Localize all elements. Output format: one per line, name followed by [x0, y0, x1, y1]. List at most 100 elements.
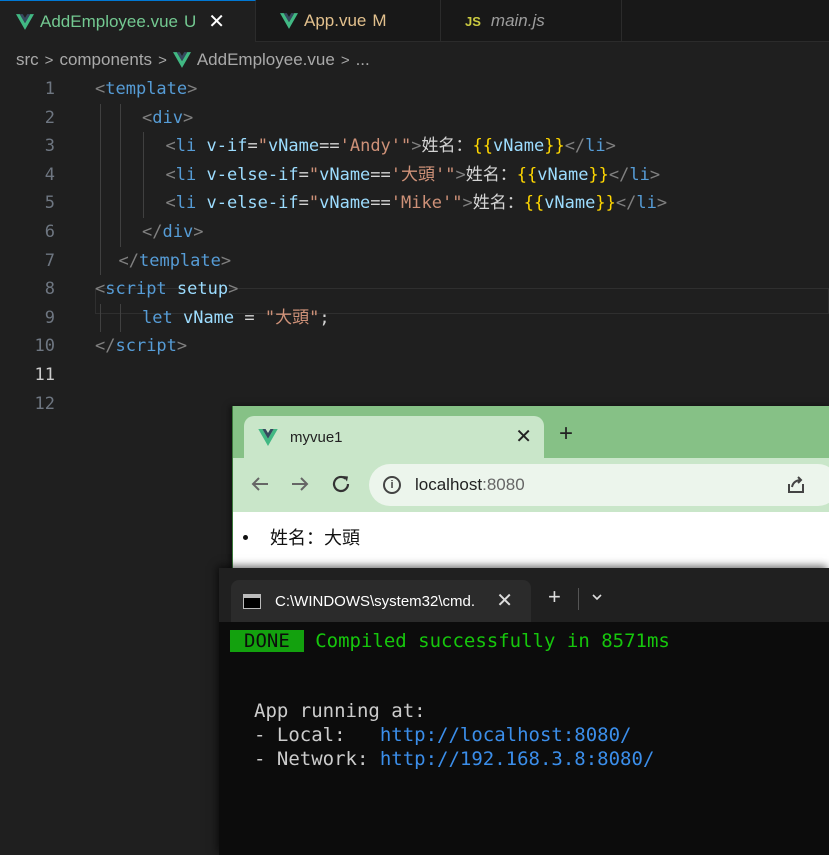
compile-status-line: DONE Compiled successfully in 8571ms — [230, 624, 670, 658]
code-token: == — [370, 164, 391, 185]
code-line[interactable]: 11 — [0, 361, 829, 390]
code-token: </ — [118, 250, 139, 271]
code-token: " — [401, 136, 412, 157]
code-token: > — [605, 136, 616, 157]
code-token: = — [298, 193, 309, 214]
code-token: > — [182, 107, 194, 128]
back-arrow-icon[interactable] — [249, 473, 271, 495]
code-line[interactable]: 9 let vName = "大頭"; — [0, 303, 829, 333]
code-token: > — [411, 136, 422, 157]
reload-icon[interactable] — [330, 473, 352, 495]
code-line[interactable]: 4 <li v-else-if="vName=='大頭'">姓名：{{vName}… — [0, 160, 829, 190]
info-icon[interactable]: i — [383, 476, 401, 494]
list-item: 姓名：大頭 — [243, 524, 360, 550]
line-number: 4 — [44, 164, 55, 185]
indent-guide — [100, 160, 101, 190]
code-token: < — [142, 107, 153, 128]
address-bar[interactable]: i localhost:8080 — [369, 464, 829, 506]
code-line[interactable]: 8 <script setup> — [0, 275, 829, 304]
line-number: 7 — [44, 250, 55, 271]
untracked-badge: U — [183, 11, 197, 31]
breadcrumb-item-file[interactable]: AddEmployee.vue — [197, 50, 335, 70]
code-line[interactable]: 2 <div> — [0, 103, 829, 133]
code-token: = — [247, 136, 258, 157]
code-token: 'Andy' — [339, 136, 402, 157]
line-number: 3 — [44, 136, 55, 157]
indent-guide — [100, 189, 101, 218]
code-token: div — [162, 221, 194, 242]
code-token: == — [319, 136, 340, 157]
code-text: <template> — [95, 75, 197, 104]
code-token: < — [95, 279, 106, 300]
code-token: > — [462, 193, 473, 214]
code-token: " — [308, 164, 320, 185]
indent-guide — [100, 103, 101, 133]
breadcrumb-item-symbols[interactable]: ... — [356, 50, 370, 70]
bullet — [243, 534, 248, 540]
line-number: 8 — [44, 279, 55, 300]
code-line[interactable]: 10 </script> — [0, 332, 829, 361]
breadcrumb-item-src[interactable]: src — [16, 50, 39, 70]
code-token: div — [152, 107, 183, 128]
local-url-link[interactable]: http://localhost:8080/ — [380, 724, 632, 746]
close-icon[interactable]: ✕ — [496, 588, 513, 613]
network-url-link[interactable]: http://192.168.3.8:8080/ — [380, 748, 655, 770]
code-line[interactable]: 3 <li v-if="vName=='Andy'">姓名：{{vName}}</… — [0, 132, 829, 161]
code-token: script — [115, 336, 177, 357]
code-token: 姓名： — [465, 164, 517, 185]
breadcrumb: src > components > AddEmployee.vue > ... — [16, 46, 370, 74]
code-line[interactable]: 1 <template> — [0, 75, 829, 104]
code-token: let — [142, 307, 173, 328]
url-port: :8080 — [482, 475, 525, 494]
code-token: 姓名： — [421, 136, 473, 157]
code-token: = — [234, 307, 265, 328]
line-number: 6 — [44, 221, 55, 242]
browser-tab-myvue1[interactable]: myvue1 ✕ — [244, 416, 544, 458]
code-token: {{ — [523, 193, 545, 214]
line-number: 2 — [44, 107, 55, 128]
indent-guide — [100, 132, 101, 161]
network-label: - Network: — [254, 748, 380, 770]
chevron-right-icon: > — [340, 51, 350, 69]
close-icon[interactable]: ✕ — [515, 424, 532, 449]
indent-guide — [100, 303, 101, 333]
code-token: li — [629, 164, 650, 185]
code-token: < — [165, 164, 176, 185]
code-token: </ — [142, 221, 163, 242]
code-token: vName — [319, 164, 371, 185]
code-token: vName — [267, 136, 320, 157]
line-number: 1 — [44, 79, 55, 99]
new-tab-button[interactable]: + — [559, 420, 573, 448]
tab-label: main.js — [490, 11, 545, 30]
code-token: "大頭" — [264, 307, 320, 328]
code-token: }} — [544, 136, 565, 157]
breadcrumb-item-components[interactable]: components — [59, 50, 152, 70]
code-editor[interactable]: 1 <template> 2 <div> 3 <li v-if="vName=='Andy… — [0, 75, 829, 418]
chevron-down-icon[interactable] — [590, 590, 604, 604]
code-line[interactable]: 7 </template> — [0, 246, 829, 276]
code-line[interactable]: 6 </div> — [0, 217, 829, 247]
divider — [578, 588, 579, 610]
compiled-message: Compiled successfully in 8571ms — [315, 630, 670, 652]
tab-label: AddEmployee.vue — [40, 11, 178, 31]
code-text: <script setup> — [95, 275, 238, 304]
local-label: - Local: — [254, 724, 380, 746]
browser-tab-strip: myvue1 ✕ + — [233, 406, 829, 458]
tab-app-vue[interactable]: App.vue M — [256, 0, 441, 42]
indent-guide — [100, 217, 101, 247]
cmd-icon — [243, 593, 261, 609]
code-token: li — [175, 136, 197, 157]
indent-guide — [143, 189, 144, 218]
code-line[interactable]: 5 <li v-else-if="vName=='Mike'">姓名：{{vNam… — [0, 189, 829, 218]
terminal-tab-cmd[interactable]: C:\WINDOWS\system32\cmd. ✕ — [231, 580, 531, 622]
tab-main-js[interactable]: JS main.js — [441, 0, 622, 42]
tab-addemployee-vue[interactable]: AddEmployee.vue U ✕ — [0, 0, 256, 42]
code-token: {{ — [516, 164, 538, 185]
share-icon[interactable] — [785, 474, 807, 496]
forward-arrow-icon[interactable] — [289, 473, 311, 495]
new-tab-button[interactable]: + — [548, 584, 561, 610]
local-url-line: - Local: http://localhost:8080/ — [254, 724, 632, 746]
code-token: }} — [588, 164, 609, 185]
code-token: </ — [608, 164, 630, 185]
close-icon[interactable]: ✕ — [208, 9, 225, 34]
